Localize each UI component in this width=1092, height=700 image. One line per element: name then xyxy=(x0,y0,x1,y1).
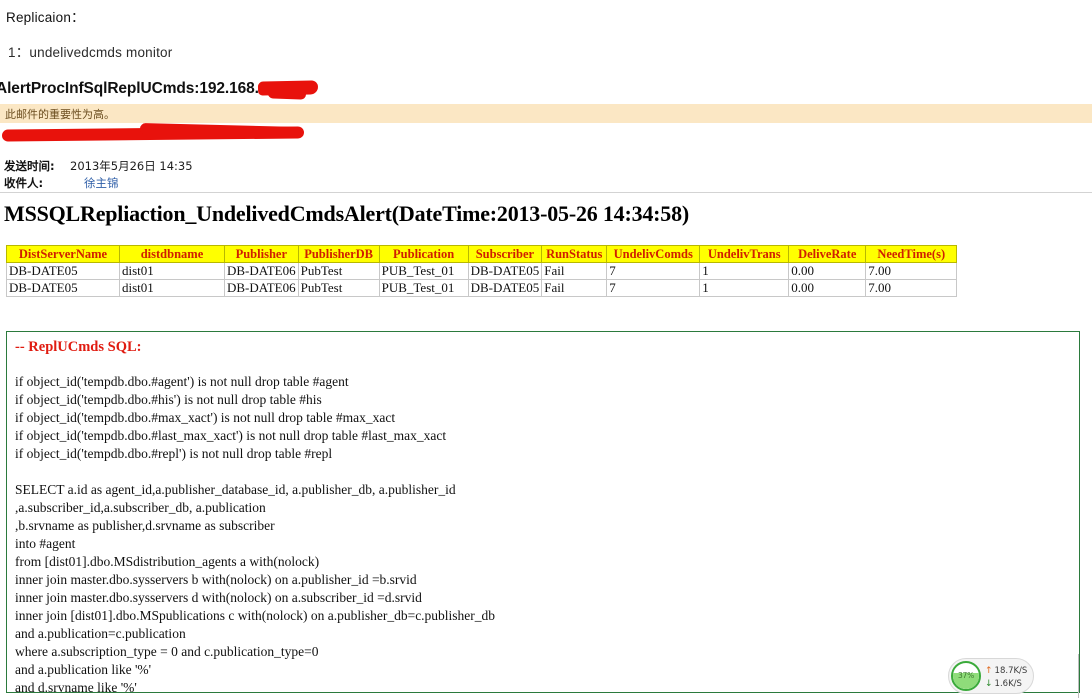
sql-line: inner join master.dbo.sysservers d with(… xyxy=(15,590,422,605)
upload-speed-value: 18.7K/S xyxy=(994,666,1028,676)
sql-code-block: if object_id('tempdb.dbo.#agent') is not… xyxy=(15,373,1075,693)
mail-sent-label: 发送时间: xyxy=(4,159,55,173)
cell-undeliv-trans: 1 xyxy=(699,279,790,297)
sql-line: if object_id('tempdb.dbo.#repl') is not … xyxy=(15,446,333,461)
cell-subscriber: DB-DATE05 xyxy=(467,262,543,280)
cell-need-time: 7.00 xyxy=(865,279,958,297)
cpu-gauge-icon: 37% xyxy=(951,661,981,691)
sql-line: and a.publication=c.publication xyxy=(15,626,186,641)
sql-line: into #agent xyxy=(15,536,76,551)
column-header-delive-rate: DeliveRate xyxy=(788,245,867,263)
sql-line: ,b.srvname as publisher,d.srvname as sub… xyxy=(15,518,275,533)
cell-delive-rate: 0.00 xyxy=(788,262,867,280)
cell-undeliv-comds: 7 xyxy=(606,279,701,297)
sql-line: and a.publication like '%' xyxy=(15,662,152,677)
download-speed-value: 1.6K/S xyxy=(994,679,1022,689)
cell-publisher: DB-DATE06 xyxy=(224,279,299,297)
cell-dist-server-name: DB-DATE05 xyxy=(6,262,120,280)
note-title: Replicaion： xyxy=(6,10,85,25)
widget-divider xyxy=(1078,654,1079,698)
column-header-need-time: NeedTime(s) xyxy=(865,245,958,263)
cell-undeliv-comds: 7 xyxy=(606,262,701,280)
redaction-mark-subject-2 xyxy=(267,88,307,100)
cell-delive-rate: 0.00 xyxy=(788,279,867,297)
column-header-undeliv-comds: UndelivComds xyxy=(606,245,701,263)
alert-title: MSSQLRepliaction_UndelivedCmdsAlert(Date… xyxy=(4,201,690,226)
importance-banner-text: 此邮件的重要性为高。 xyxy=(5,108,115,121)
column-header-undeliv-trans: UndelivTrans xyxy=(699,245,790,263)
cell-publication: PUB_Test_01 xyxy=(378,279,469,297)
note-item-1: 1：undelivedcmds monitor xyxy=(8,45,173,60)
sql-line: if object_id('tempdb.dbo.#last_max_xact'… xyxy=(15,428,447,443)
cell-dist-server-name: DB-DATE05 xyxy=(6,279,120,297)
table-header-row: DistServerName distdbname Publisher Publ… xyxy=(6,245,958,263)
sql-line: ,a.subscriber_id,a.subscriber_db, a.publ… xyxy=(15,500,266,515)
cell-run-status: Fail xyxy=(541,262,608,280)
mail-to-label: 收件人: xyxy=(4,176,44,190)
sql-line: if object_id('tempdb.dbo.#max_xact') is … xyxy=(15,410,396,425)
network-speed-widget[interactable]: 37% ↑ 18.7K/S ↓ 1.6K/S xyxy=(948,658,1034,694)
importance-banner: 此邮件的重要性为高。 xyxy=(0,104,1092,123)
cell-distdbname: dist01 xyxy=(119,279,225,297)
column-header-publication: Publication xyxy=(378,245,469,263)
cell-publisher-db: PubTest xyxy=(297,262,380,280)
mail-to-value[interactable]: 徐主锦 xyxy=(84,176,119,190)
sql-line: if object_id('tempdb.dbo.#his') is not n… xyxy=(15,392,322,407)
cell-publisher-db: PubTest xyxy=(297,279,380,297)
table-row: DB-DATE05 dist01 DB-DATE06 PubTest PUB_T… xyxy=(6,262,958,280)
column-header-publisher-db: PublisherDB xyxy=(297,245,380,263)
column-header-publisher: Publisher xyxy=(224,245,299,263)
mail-subject: AlertProcInfSqlReplUCmds:192.168. :1433 xyxy=(0,80,303,97)
cell-publisher: DB-DATE06 xyxy=(224,262,299,280)
sql-panel-heading: -- ReplUCmds SQL: xyxy=(15,339,142,355)
cell-distdbname: dist01 xyxy=(119,262,225,280)
header-divider xyxy=(0,192,1092,193)
column-header-run-status: RunStatus xyxy=(541,245,608,263)
cell-need-time: 7.00 xyxy=(865,262,958,280)
cell-run-status: Fail xyxy=(541,279,608,297)
sql-line: if object_id('tempdb.dbo.#agent') is not… xyxy=(15,374,349,389)
screenshot-root: Replicaion： 1：undelivedcmds monitor Aler… xyxy=(0,0,1092,700)
sql-line: from [dist01].dbo.MSdistribution_agents … xyxy=(15,554,320,569)
column-header-distdbname: distdbname xyxy=(119,245,225,263)
mail-sent-row: 发送时间: 2013年5月26日 14:35 xyxy=(4,158,193,174)
sql-line: inner join master.dbo.sysservers b with(… xyxy=(15,572,417,587)
table-row: DB-DATE05 dist01 DB-DATE06 PubTest PUB_T… xyxy=(6,279,958,297)
sql-panel: -- ReplUCmds SQL: if object_id('tempdb.d… xyxy=(6,331,1080,693)
sql-line: where a.subscription_type = 0 and c.publ… xyxy=(15,644,319,659)
sql-line: SELECT a.id as agent_id,a.publisher_data… xyxy=(15,482,456,497)
sql-line: and d.srvname like '%' xyxy=(15,680,137,693)
sql-line: inner join [dist01].dbo.MSpublications c… xyxy=(15,608,496,623)
cell-subscriber: DB-DATE05 xyxy=(467,279,543,297)
cell-undeliv-trans: 1 xyxy=(699,262,790,280)
mail-sent-value: 2013年5月26日 14:35 xyxy=(70,159,193,173)
mail-to-row: 收件人: 徐主锦 xyxy=(4,175,119,191)
sql-line xyxy=(15,463,1075,481)
arrow-down-icon: ↓ xyxy=(985,679,993,689)
upload-speed-row: ↑ 18.7K/S xyxy=(985,665,1027,677)
replication-alert-table: DistServerName distdbname Publisher Publ… xyxy=(6,245,958,297)
column-header-subscriber: Subscriber xyxy=(467,245,543,263)
column-header-dist-server-name: DistServerName xyxy=(6,245,120,263)
arrow-up-icon: ↑ xyxy=(985,666,993,676)
download-speed-row: ↓ 1.6K/S xyxy=(985,678,1022,690)
cell-publication: PUB_Test_01 xyxy=(378,262,469,280)
cpu-gauge-label: 37% xyxy=(957,671,975,680)
